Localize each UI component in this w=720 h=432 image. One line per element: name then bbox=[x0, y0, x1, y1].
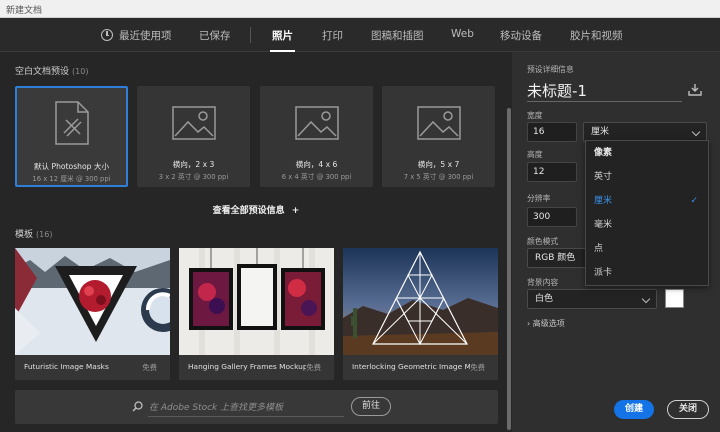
preset-card-landscape-5x7[interactable]: 横向，5 x 7 7 x 5 英寸 @ 300 ppi bbox=[382, 86, 495, 187]
menu-item-picas[interactable]: 派卡 bbox=[586, 261, 708, 285]
preset-size: 6 x 4 英寸 @ 300 ppi bbox=[281, 173, 352, 181]
stock-search-bar: 在 Adobe Stock 上查找更多模板 前往 bbox=[15, 390, 498, 424]
unit-dropdown-value: 厘米 bbox=[591, 127, 610, 137]
search-icon bbox=[132, 401, 143, 412]
resolution-label: 分辨率 bbox=[527, 194, 551, 203]
presets-scrollbar[interactable] bbox=[507, 108, 511, 430]
presets-panel: 空白文档预设 (10) 默认 Photoshop 大小 16 x 12 厘米 @ … bbox=[0, 52, 512, 432]
image-icon bbox=[171, 106, 216, 140]
tab-web[interactable]: Web bbox=[451, 28, 474, 40]
blank-presets-count: (10) bbox=[72, 67, 89, 76]
create-button[interactable]: 创建 bbox=[614, 400, 654, 419]
view-all-label: 查看全部预设信息 bbox=[212, 206, 285, 216]
preset-name: 横向，2 x 3 bbox=[172, 160, 215, 169]
color-mode-label: 颜色模式 bbox=[527, 237, 559, 246]
document-brush-icon bbox=[54, 101, 89, 145]
menu-item-label: 厘米 bbox=[594, 196, 613, 206]
details-title: 预设详细信息 bbox=[527, 65, 574, 74]
preset-card-landscape-4x6[interactable]: 横向，4 x 6 6 x 4 英寸 @ 300 ppi bbox=[260, 86, 373, 187]
view-all-presets-link[interactable]: 查看全部预设信息 + bbox=[0, 203, 512, 216]
preset-size: 16 x 12 厘米 @ 300 ppi bbox=[32, 175, 111, 183]
template-card-gallery-frames[interactable]: Hanging Gallery Frames Mockups 免费 bbox=[179, 248, 334, 380]
background-value: 白色 bbox=[535, 294, 554, 304]
tab-divider bbox=[250, 27, 251, 43]
advanced-options-label: 高级选项 bbox=[532, 319, 565, 328]
background-label: 背景内容 bbox=[527, 278, 559, 287]
window-titlebar: 新建文档 bbox=[0, 0, 720, 18]
menu-item-points[interactable]: 点 bbox=[586, 237, 708, 261]
preset-card-default[interactable]: 默认 Photoshop 大小 16 x 12 厘米 @ 300 ppi bbox=[15, 86, 128, 187]
search-input-underline bbox=[148, 416, 344, 417]
template-thumbnail bbox=[179, 248, 334, 355]
template-price: 免费 bbox=[306, 363, 321, 372]
preset-name: 横向，4 x 6 bbox=[295, 160, 338, 169]
tab-film-video[interactable]: 胶片和视频 bbox=[570, 28, 623, 43]
save-preset-icon[interactable] bbox=[688, 83, 702, 97]
chevron-down-icon bbox=[691, 127, 701, 137]
template-thumbnail bbox=[343, 248, 498, 355]
search-input[interactable]: 在 Adobe Stock 上查找更多模板 bbox=[149, 400, 283, 413]
resolution-field[interactable]: 300 bbox=[527, 207, 577, 227]
template-price: 免费 bbox=[142, 363, 157, 372]
background-dropdown[interactable]: 白色 bbox=[527, 289, 657, 309]
preset-size: 3 x 2 英寸 @ 300 ppi bbox=[158, 173, 229, 181]
blank-presets-title: 空白文档预设 bbox=[15, 67, 70, 77]
tab-mobile[interactable]: 移动设备 bbox=[500, 28, 542, 43]
checkmark-icon: ✓ bbox=[690, 196, 698, 206]
chevron-down-icon bbox=[641, 294, 651, 304]
plus-icon: + bbox=[291, 206, 300, 216]
preset-name: 横向，5 x 7 bbox=[417, 160, 460, 169]
templates-title: 模板 bbox=[15, 230, 34, 240]
unit-dropdown[interactable]: 厘米 bbox=[583, 122, 707, 142]
template-name: Futuristic Image Masks bbox=[24, 362, 109, 371]
go-button[interactable]: 前往 bbox=[351, 397, 391, 416]
blank-presets-heading: 空白文档预设 (10) bbox=[15, 64, 88, 77]
width-label: 宽度 bbox=[527, 111, 543, 120]
advanced-options-toggle[interactable]: › 高级选项 bbox=[527, 318, 565, 329]
preset-card-landscape-2x3[interactable]: 横向，2 x 3 3 x 2 英寸 @ 300 ppi bbox=[137, 86, 250, 187]
tab-print[interactable]: 打印 bbox=[322, 28, 343, 43]
document-name-underline bbox=[527, 101, 682, 102]
color-mode-value: RGB 颜色 bbox=[535, 253, 576, 263]
template-card-geometric-image[interactable]: Interlocking Geometric Image M... 免费 bbox=[343, 248, 498, 380]
template-thumbnail bbox=[15, 248, 170, 355]
height-label: 高度 bbox=[527, 150, 543, 159]
close-button[interactable]: 关闭 bbox=[667, 400, 709, 419]
preset-name: 默认 Photoshop 大小 bbox=[33, 162, 110, 171]
clock-icon bbox=[101, 29, 113, 41]
template-name: Interlocking Geometric Image M... bbox=[352, 362, 470, 371]
unit-dropdown-menu: 像素 英寸 厘米 ✓ 毫米 点 派卡 bbox=[585, 140, 709, 286]
templates-count: (16) bbox=[36, 230, 53, 239]
scrollbar-thumb[interactable] bbox=[507, 108, 511, 430]
chevron-right-icon: › bbox=[527, 319, 531, 328]
tab-saved[interactable]: 已保存 bbox=[199, 28, 231, 43]
image-icon bbox=[416, 106, 461, 140]
background-color-swatch[interactable] bbox=[665, 289, 684, 308]
menu-item-inches[interactable]: 英寸 bbox=[586, 165, 708, 189]
category-tabs: 最近使用项 已保存 照片 打印 图稿和插图 Web 移动设备 胶片和视频 bbox=[0, 18, 720, 52]
image-icon bbox=[294, 106, 339, 140]
menu-item-millimeters[interactable]: 毫米 bbox=[586, 213, 708, 237]
tab-photo[interactable]: 照片 bbox=[270, 28, 295, 52]
tab-art-illustration[interactable]: 图稿和插图 bbox=[371, 28, 424, 43]
templates-heading: 模板 (16) bbox=[15, 227, 52, 240]
template-card-futuristic-masks[interactable]: Futuristic Image Masks 免费 bbox=[15, 248, 170, 380]
preset-size: 7 x 5 英寸 @ 300 ppi bbox=[403, 173, 474, 181]
menu-item-centimeters[interactable]: 厘米 ✓ bbox=[586, 189, 708, 213]
width-field[interactable]: 16 bbox=[527, 122, 577, 142]
window-title: 新建文档 bbox=[6, 6, 43, 16]
color-mode-dropdown[interactable]: RGB 颜色 bbox=[527, 248, 587, 268]
height-field[interactable]: 12 bbox=[527, 162, 577, 182]
template-price: 免费 bbox=[470, 363, 485, 372]
tab-recent[interactable]: 最近使用项 bbox=[119, 28, 172, 43]
menu-item-pixels[interactable]: 像素 bbox=[586, 141, 708, 165]
document-name-input[interactable]: 未标题-1 bbox=[527, 80, 587, 101]
template-name: Hanging Gallery Frames Mockups bbox=[188, 362, 306, 371]
